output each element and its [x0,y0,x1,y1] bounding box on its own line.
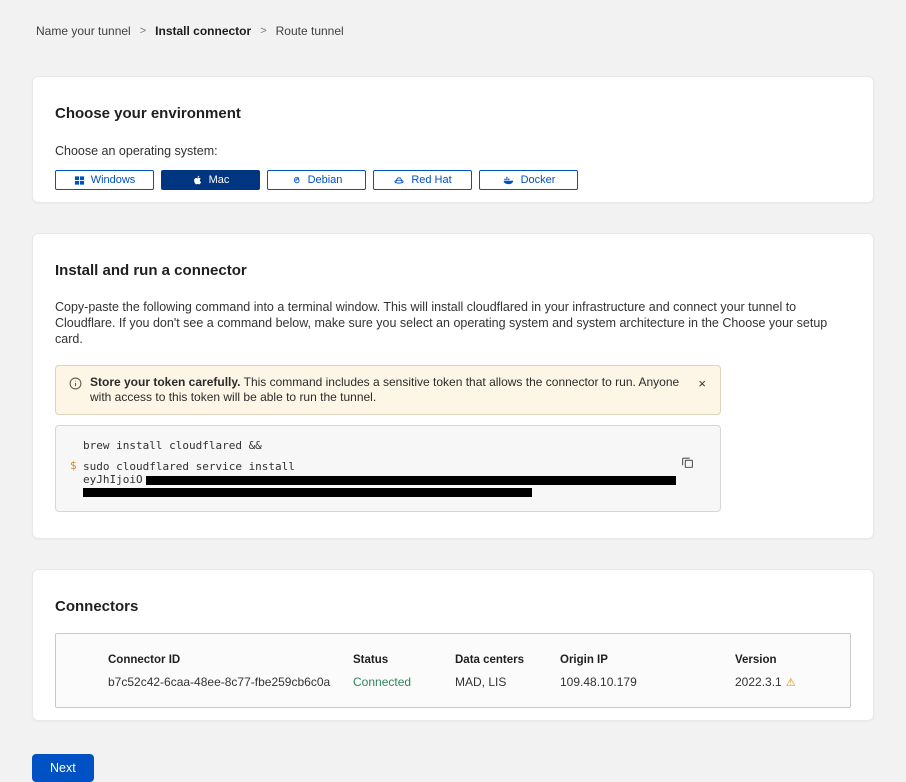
connector-id-value: b7c52c42-6caa-48ee-8c77-fbe259cb6c0a [108,675,353,689]
version-number: 2022.3.1 [735,675,782,689]
table-row: b7c52c42-6caa-48ee-8c77-fbe259cb6c0a Con… [56,675,850,689]
os-button-mac[interactable]: Mac [161,170,260,190]
token-warning-bold: Store your token carefully. [90,375,241,389]
apple-icon [192,174,203,186]
install-card-title: Install and run a connector [55,234,851,279]
os-select-label: Choose an operating system: [55,144,851,158]
os-button-label: Red Hat [411,174,451,186]
version-value: 2022.3.1 ⚠ [735,675,850,689]
info-icon [69,377,82,395]
redacted-token-bar [146,476,676,485]
token-prefix: eyJhIjoiO [83,474,143,486]
connectors-card-title: Connectors [55,570,851,615]
os-button-docker[interactable]: Docker [479,170,578,190]
environment-card-title: Choose your environment [55,77,851,122]
breadcrumb-step-name-your-tunnel[interactable]: Name your tunnel [36,24,131,38]
col-header-status: Status [353,654,455,666]
install-command-codeblock: $ brew install cloudflared && sudo cloud… [55,425,721,512]
os-button-debian[interactable]: Debian [267,170,366,190]
install-description: Copy-paste the following command into a … [55,299,851,347]
debian-icon [291,175,302,186]
breadcrumb: Name your tunnel > Install connector > R… [0,0,906,38]
connectors-table-header: Connector ID Status Data centers Origin … [56,654,850,666]
warning-triangle-icon: ⚠ [786,676,796,689]
windows-icon [74,175,85,186]
col-header-connector-id: Connector ID [108,654,353,666]
breadcrumb-step-route-tunnel[interactable]: Route tunnel [276,24,344,38]
redacted-token-bar [83,488,532,497]
origin-ip-value: 109.48.10.179 [560,675,735,689]
close-icon[interactable]: × [696,375,708,392]
status-badge: Connected [353,675,455,689]
token-warning-text: Store your token carefully. This command… [90,375,696,405]
breadcrumb-step-install-connector[interactable]: Install connector [155,24,251,38]
col-header-origin-ip: Origin IP [560,654,735,666]
col-header-data-centers: Data centers [455,654,560,666]
os-button-group: Windows Mac Debian [55,170,851,190]
col-header-version: Version [735,654,850,666]
code-line-token: eyJhIjoiO [83,474,690,486]
next-button[interactable]: Next [32,754,94,782]
install-card: Install and run a connector Copy-paste t… [32,233,874,539]
docker-icon [502,175,515,186]
breadcrumb-separator: > [260,25,266,37]
token-warning-banner: Store your token carefully. This command… [55,365,721,415]
code-line-2: sudo cloudflared service install [83,459,690,474]
os-button-redhat[interactable]: Red Hat [373,170,472,190]
environment-card: Choose your environment Choose an operat… [32,76,874,203]
code-lines: brew install cloudflared && sudo cloudfl… [83,438,690,497]
os-button-label: Debian [308,174,343,186]
code-line-1: brew install cloudflared && [83,438,690,453]
breadcrumb-separator: > [140,25,146,37]
os-button-windows[interactable]: Windows [55,170,154,190]
os-button-label: Windows [91,174,136,186]
data-centers-value: MAD, LIS [455,675,560,689]
connectors-table: Connector ID Status Data centers Origin … [55,633,851,708]
os-button-label: Mac [209,174,230,186]
os-button-label: Docker [521,174,556,186]
shell-prompt: $ [70,459,77,472]
copy-icon[interactable] [679,454,696,474]
redhat-icon [393,175,405,186]
connectors-card: Connectors Connector ID Status Data cent… [32,569,874,721]
